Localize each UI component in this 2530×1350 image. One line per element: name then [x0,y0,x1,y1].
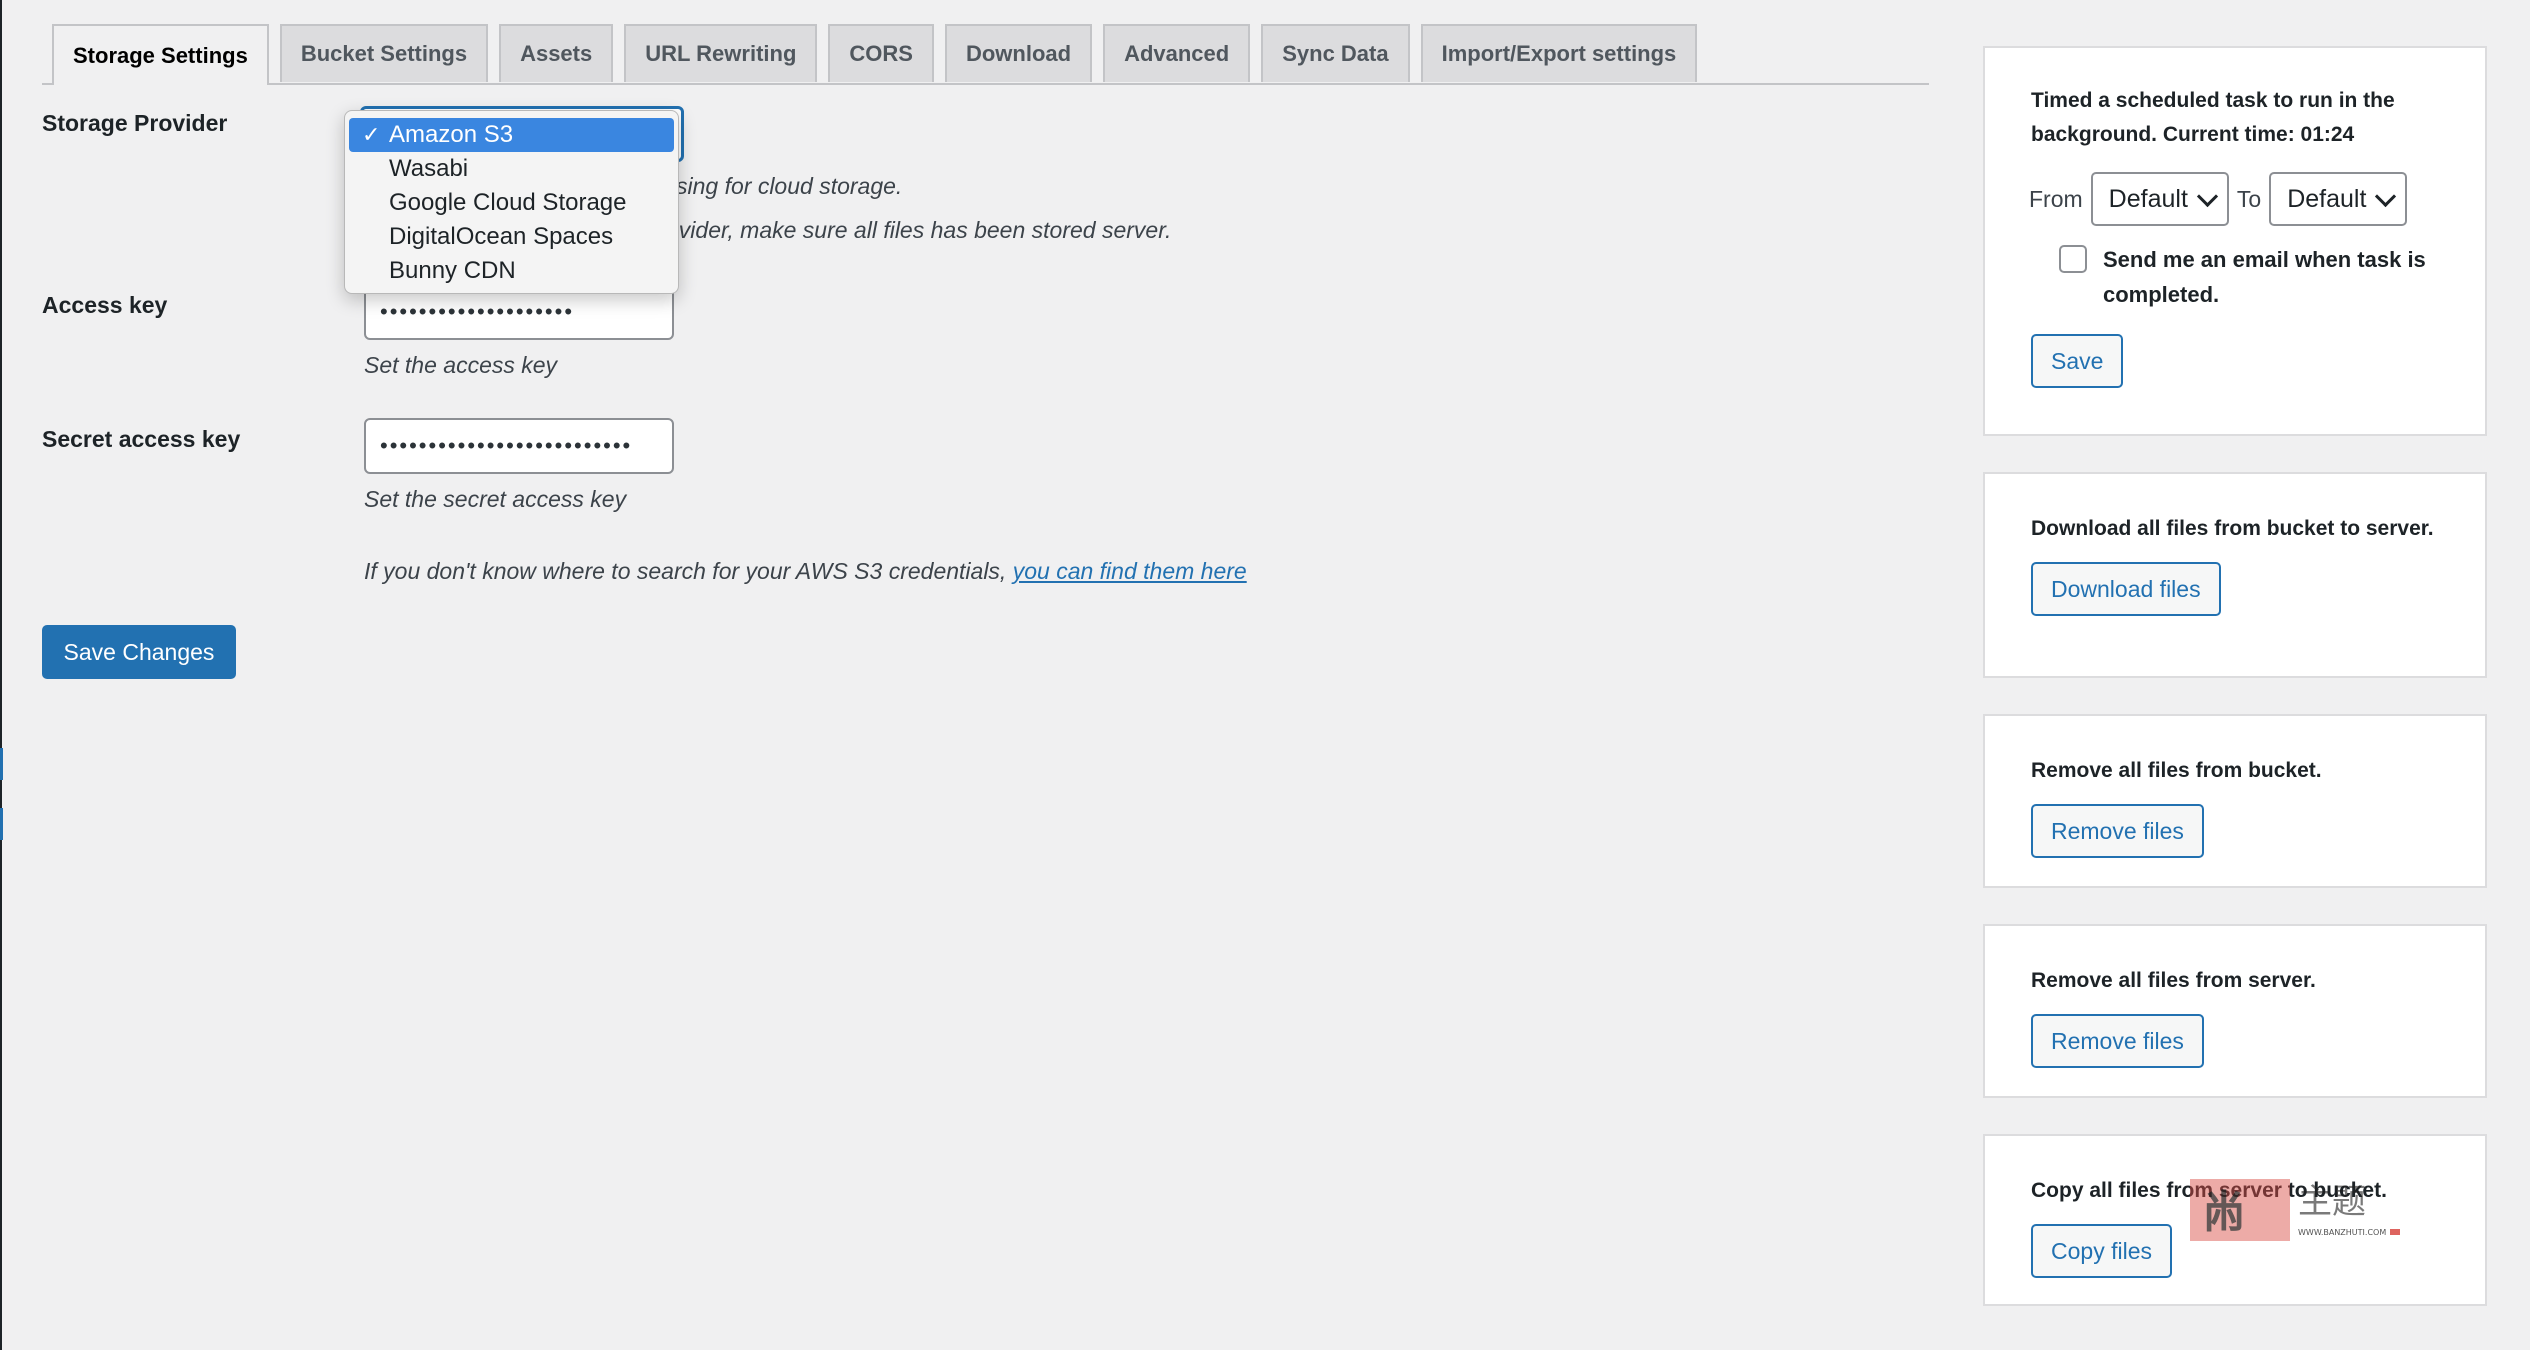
remove-server-card: Remove all files from server. Remove fil… [1983,924,2487,1098]
settings-tabs: Storage Settings Bucket Settings Assets … [52,24,1698,85]
option-digitalocean-spaces[interactable]: DigitalOcean Spaces [349,220,674,254]
tab-import-export-settings[interactable]: Import/Export settings [1420,24,1698,82]
svg-text:WWW.BANZHUTI.COM: WWW.BANZHUTI.COM [2298,1228,2386,1237]
tab-cors[interactable]: CORS [828,24,934,82]
remove-server-files-button[interactable]: Remove files [2031,1014,2204,1068]
tab-assets[interactable]: Assets [499,24,614,82]
storage-provider-label: Storage Provider [42,110,228,136]
download-files-button[interactable]: Download files [2031,562,2221,616]
svg-text:主题: 主题 [2298,1182,2366,1222]
option-label: DigitalOcean Spaces [389,223,614,250]
download-description: Download all files from bucket to server… [2031,517,2434,540]
storage-provider-dropdown: ✓ Amazon S3 Wasabi Google Cloud Storage … [344,110,679,294]
checkmark-icon: ✓ [362,122,381,147]
from-select-value: Default [2108,184,2188,213]
svg-text:㡀: 㡀 [2202,1187,2246,1238]
option-google-cloud-storage[interactable]: Google Cloud Storage [349,186,674,220]
chevron-down-icon [2375,185,2397,207]
schedule-save-button[interactable]: Save [2031,334,2124,388]
tab-url-rewriting[interactable]: URL Rewriting [624,24,818,82]
admin-menu-indicator [0,808,3,840]
copy-files-button[interactable]: Copy files [2031,1224,2172,1278]
email-checkbox[interactable] [2059,245,2087,273]
email-option-row: Send me an email when task is completed. [2059,242,2439,312]
chevron-down-icon [2196,185,2218,207]
schedule-card: Timed a scheduled task to run in the bac… [1983,46,2487,436]
to-label: To [2236,185,2262,212]
schedule-description: Timed a scheduled task to run in the bac… [2031,89,2395,146]
remove-bucket-card: Remove all files from bucket. Remove fil… [1983,714,2487,888]
option-wasabi[interactable]: Wasabi [349,152,674,186]
secret-access-key-description: Set the secret access key [364,486,627,512]
tab-sync-data[interactable]: Sync Data [1261,24,1410,82]
remove-bucket-description: Remove all files from bucket. [2031,759,2322,782]
save-changes-button[interactable]: Save Changes [42,625,236,679]
email-option-label: Send me an email when task is completed. [2103,247,2426,307]
tab-bucket-settings[interactable]: Bucket Settings [279,24,489,82]
option-label: Bunny CDN [389,257,516,284]
tab-download[interactable]: Download [944,24,1093,82]
storage-provider-description: sing for cloud storage. [676,173,903,199]
tabs-divider [42,83,1929,85]
from-select[interactable]: Default [2090,172,2229,226]
remove-bucket-files-button[interactable]: Remove files [2031,804,2204,858]
access-key-description: Set the access key [364,352,558,378]
option-label: Google Cloud Storage [389,189,627,216]
tab-advanced[interactable]: Advanced [1103,24,1251,82]
credentials-help-text: If you don't know where to search for yo… [364,558,1247,585]
to-select[interactable]: Default [2269,172,2408,226]
secret-access-key-input[interactable]: •••••••••••••••••••••••••• [364,418,674,474]
credentials-help-label: If you don't know where to search for yo… [364,558,1013,584]
remove-server-description: Remove all files from server. [2031,969,2316,992]
option-label: Amazon S3 [389,121,514,148]
to-select-value: Default [2287,184,2367,213]
credentials-help-link[interactable]: you can find them here [1013,558,1247,584]
access-key-label: Access key [42,292,168,318]
download-card: Download all files from bucket to server… [1983,472,2487,678]
window-left-edge [0,0,2,1350]
option-label: Wasabi [389,155,469,182]
tab-storage-settings[interactable]: Storage Settings [52,24,269,85]
secret-access-key-label: Secret access key [42,426,241,452]
option-amazon-s3[interactable]: ✓ Amazon S3 [349,118,674,152]
storage-provider-note: ovider, make sure all files has been sto… [666,217,1172,243]
from-label: From [2029,185,2083,212]
admin-menu-indicator [0,748,3,780]
schedule-range-row: From Default To Default [2029,172,2439,226]
watermark-logo: 㡀 主题 WWW.BANZHUTI.COM [2190,1179,2400,1241]
option-bunny-cdn[interactable]: Bunny CDN [349,254,674,288]
